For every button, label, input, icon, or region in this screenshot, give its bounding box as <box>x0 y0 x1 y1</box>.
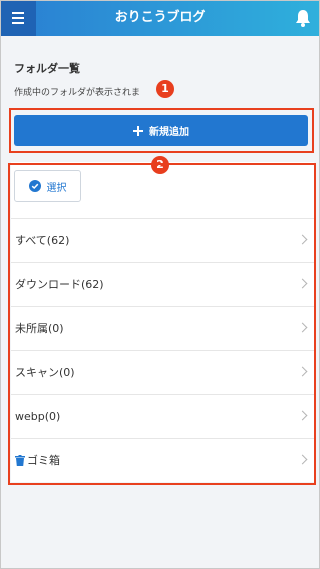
highlight-box-2 <box>8 163 316 485</box>
bell-icon <box>296 10 310 27</box>
add-new-label: 新規追加 <box>149 127 189 138</box>
annotation-marker-1: 1 <box>156 80 174 98</box>
plus-icon <box>133 125 143 136</box>
app-header: おりこうブログ <box>0 0 320 36</box>
app-title: おりこうブログ <box>114 10 206 25</box>
add-new-button[interactable]: 新規追加 <box>14 115 308 146</box>
page-description: 作成中のフォルダが表示されま <box>14 88 141 98</box>
notification-button[interactable] <box>292 7 314 29</box>
page-title: フォルダ一覧 <box>14 62 80 75</box>
